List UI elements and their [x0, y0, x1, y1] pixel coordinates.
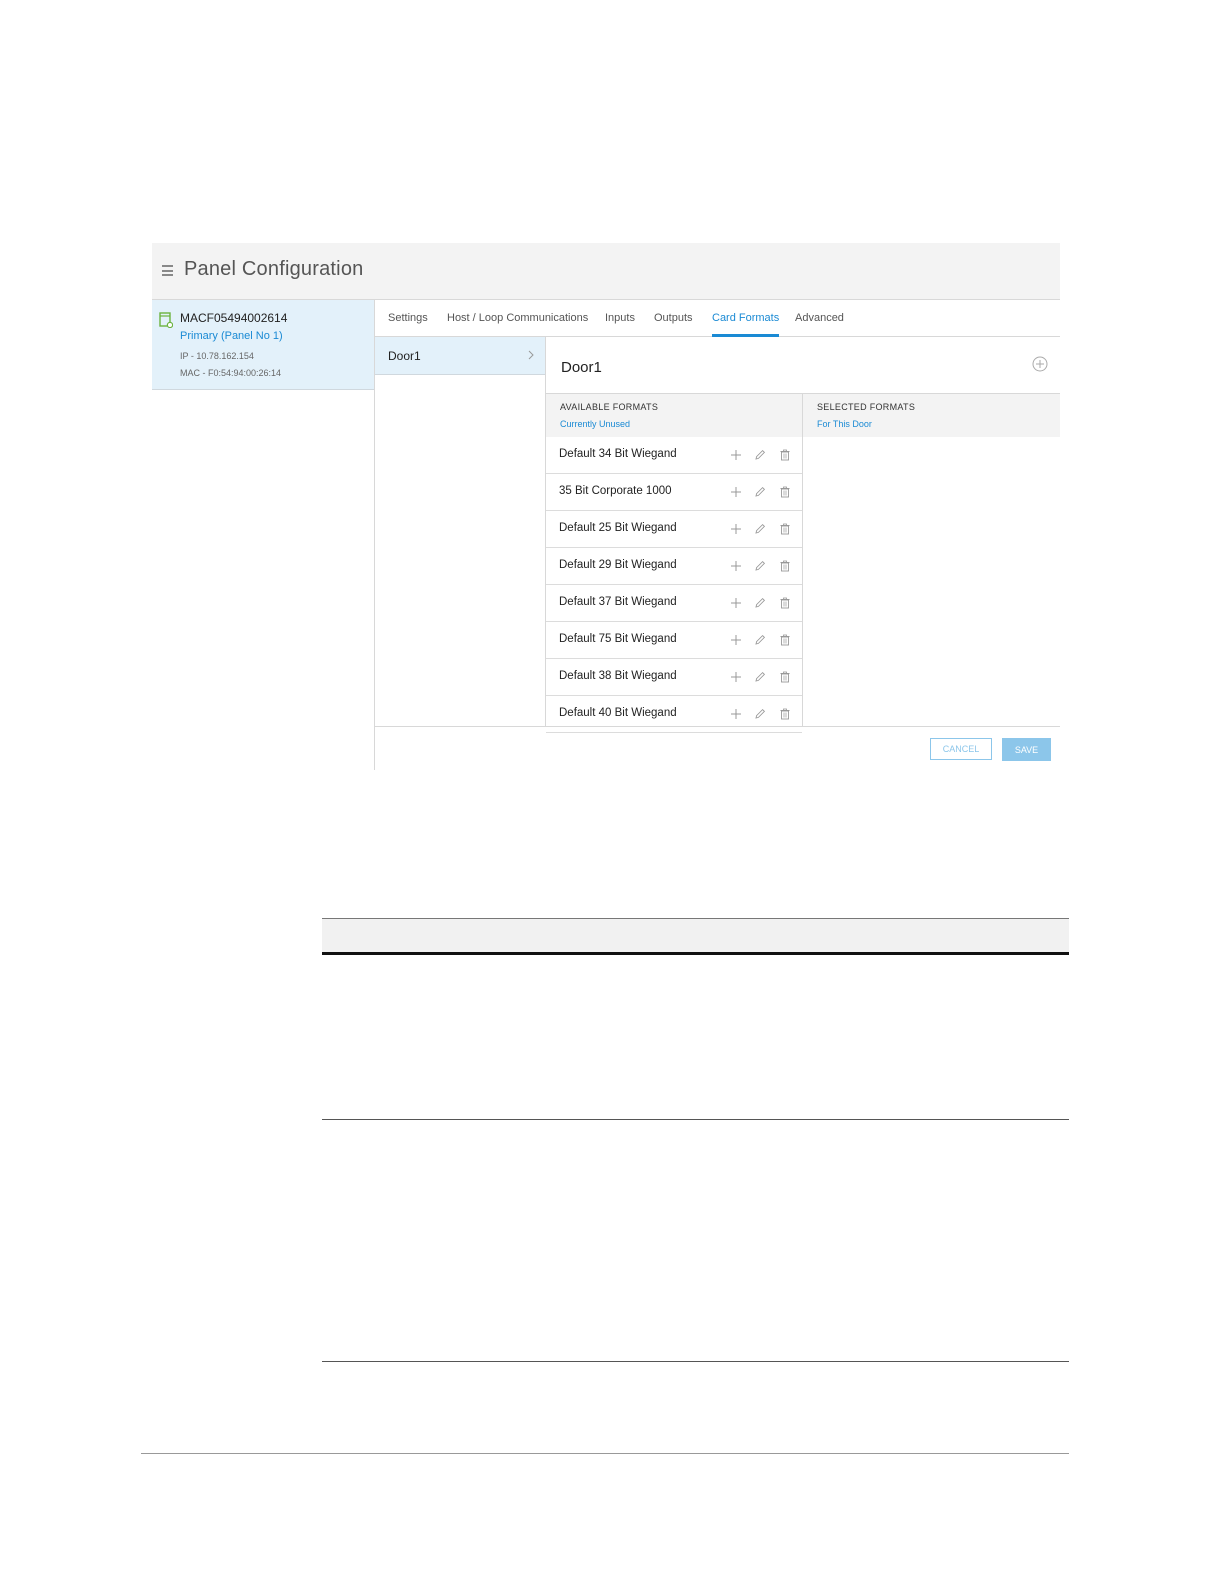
menu-icon[interactable]: [162, 265, 173, 276]
format-row[interactable]: Default 34 Bit Wiegand: [546, 437, 802, 474]
add-circle-icon[interactable]: [1032, 356, 1048, 372]
format-name: 35 Bit Corporate 1000: [559, 485, 672, 497]
format-row[interactable]: Default 75 Bit Wiegand: [546, 622, 802, 659]
document-table-header: [322, 918, 1069, 953]
trash-icon[interactable]: [779, 449, 791, 461]
selected-formats-subtitle: For This Door: [817, 419, 872, 429]
plus-icon[interactable]: [730, 486, 742, 498]
panel-card[interactable]: MACF05494002614 Primary (Panel No 1) IP …: [152, 300, 374, 390]
format-name: Default 29 Bit Wiegand: [559, 559, 677, 571]
pencil-icon[interactable]: [754, 486, 766, 498]
format-name: Default 75 Bit Wiegand: [559, 633, 677, 645]
format-name: Default 40 Bit Wiegand: [559, 707, 677, 719]
tab-settings[interactable]: Settings: [388, 312, 428, 336]
format-row[interactable]: 35 Bit Corporate 1000: [546, 474, 802, 511]
available-formats-title: AVAILABLE FORMATS: [560, 402, 659, 412]
format-row[interactable]: Default 25 Bit Wiegand: [546, 511, 802, 548]
panel-icon: [159, 312, 173, 328]
trash-icon[interactable]: [779, 560, 791, 572]
tab-inputs[interactable]: Inputs: [605, 312, 635, 336]
available-formats-subtitle: Currently Unused: [560, 419, 631, 429]
document-row-divider: [322, 1119, 1069, 1120]
pencil-icon[interactable]: [754, 671, 766, 683]
pencil-icon[interactable]: [754, 634, 766, 646]
document-table-rule: [322, 952, 1069, 955]
trash-icon[interactable]: [779, 486, 791, 498]
tab-advanced[interactable]: Advanced: [795, 312, 844, 336]
door-detail-title: Door1: [561, 359, 602, 376]
panel-configuration-window: Panel Configuration MACF05494002614 Prim…: [152, 243, 1060, 770]
pencil-icon[interactable]: [754, 597, 766, 609]
plus-icon[interactable]: [730, 560, 742, 572]
format-row[interactable]: Default 29 Bit Wiegand: [546, 548, 802, 585]
available-formats-header: AVAILABLE FORMATS Currently Unused: [546, 394, 802, 437]
trash-icon[interactable]: [779, 597, 791, 609]
panel-role: Primary (Panel No 1): [180, 330, 283, 342]
tab-outputs[interactable]: Outputs: [654, 312, 693, 336]
pencil-icon[interactable]: [754, 449, 766, 461]
pencil-icon[interactable]: [754, 560, 766, 572]
format-name: Default 25 Bit Wiegand: [559, 522, 677, 534]
selected-formats-title: SELECTED FORMATS: [817, 402, 916, 412]
door-list-item-label: Door1: [388, 349, 421, 363]
format-name: Default 38 Bit Wiegand: [559, 670, 677, 682]
panel-mac: MAC - F0:54:94:00:26:14: [180, 368, 282, 378]
plus-icon[interactable]: [730, 634, 742, 646]
format-column-divider: [802, 394, 803, 727]
pencil-icon[interactable]: [754, 708, 766, 720]
format-row[interactable]: Default 38 Bit Wiegand: [546, 659, 802, 696]
save-button[interactable]: SAVE: [1002, 738, 1051, 761]
tab-host-loop-communications[interactable]: Host / Loop Communications: [447, 312, 588, 336]
trash-icon[interactable]: [779, 708, 791, 720]
plus-icon[interactable]: [730, 523, 742, 535]
plus-icon[interactable]: [730, 449, 742, 461]
format-name: Default 34 Bit Wiegand: [559, 448, 677, 460]
cancel-button[interactable]: CANCEL: [930, 738, 992, 760]
format-row[interactable]: Default 37 Bit Wiegand: [546, 585, 802, 622]
door-list: Door1: [375, 337, 545, 727]
tab-card-formats[interactable]: Card Formats: [712, 312, 780, 337]
format-name: Default 37 Bit Wiegand: [559, 596, 677, 608]
available-formats-list: Default 34 Bit Wiegand 35 Bit Corporate 1…: [546, 437, 802, 733]
plus-icon[interactable]: [730, 597, 742, 609]
trash-icon[interactable]: [779, 671, 791, 683]
door-list-item[interactable]: Door1: [375, 337, 545, 375]
chevron-right-icon: [528, 350, 534, 360]
plus-icon[interactable]: [730, 708, 742, 720]
pencil-icon[interactable]: [754, 523, 766, 535]
app-header: Panel Configuration: [152, 243, 1060, 300]
document-footer-rule: [141, 1453, 1069, 1454]
door-detail-header: Door1: [546, 337, 1060, 394]
selected-formats-header: SELECTED FORMATS For This Door: [803, 394, 1060, 437]
plus-icon[interactable]: [730, 671, 742, 683]
panel-name: MACF05494002614: [180, 311, 288, 325]
footer-bar: CANCEL SAVE: [375, 726, 1060, 771]
trash-icon[interactable]: [779, 634, 791, 646]
document-row-divider: [322, 1361, 1069, 1362]
tab-bar: Settings Host / Loop Communications Inpu…: [375, 300, 1060, 337]
page-title: Panel Configuration: [184, 258, 364, 280]
panel-ip: IP - 10.78.162.154: [180, 351, 254, 361]
trash-icon[interactable]: [779, 523, 791, 535]
